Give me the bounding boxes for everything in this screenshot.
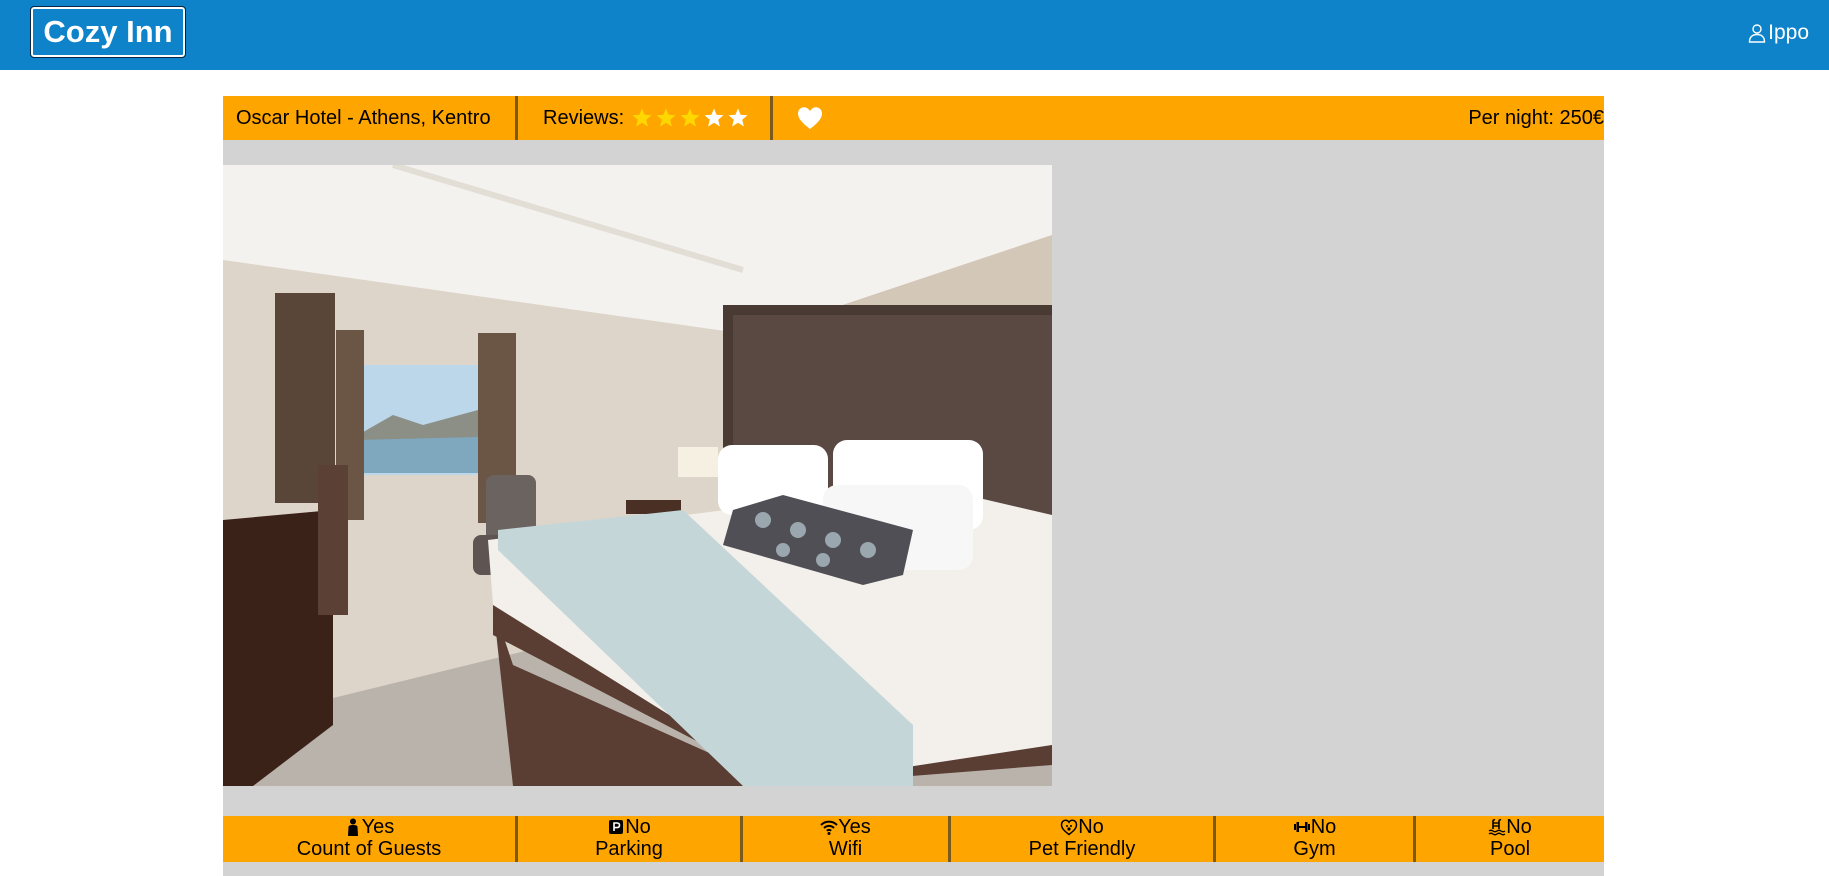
user-menu[interactable]: Ippo bbox=[1747, 19, 1809, 47]
amenity-value: No bbox=[625, 816, 651, 838]
reviews: Reviews: bbox=[543, 96, 750, 140]
wifi-icon bbox=[820, 820, 838, 835]
amenity-wifi: Yes Wifi bbox=[743, 816, 948, 862]
username: Ippo bbox=[1768, 21, 1809, 44]
star-filled-icon bbox=[632, 108, 652, 127]
pet-heart-icon bbox=[1060, 819, 1078, 836]
rating-stars bbox=[630, 106, 750, 130]
favorite-button[interactable] bbox=[796, 96, 824, 140]
star-empty-icon bbox=[728, 108, 748, 127]
hotel-info-bar: Oscar Hotel - Athens, Kentro Reviews: Pe… bbox=[223, 96, 1604, 140]
amenity-value: Yes bbox=[361, 816, 395, 838]
price-per-night: Per night: 250€ bbox=[1468, 106, 1604, 129]
hotel-room-photo bbox=[223, 165, 1052, 786]
amenity-parking: No Parking bbox=[518, 816, 740, 862]
amenity-label: Parking bbox=[595, 838, 663, 860]
amenity-value: Yes bbox=[838, 816, 871, 838]
amenity-label: Count of Guests bbox=[296, 838, 442, 860]
amenity-value: No bbox=[1310, 816, 1337, 838]
brand-logo[interactable]: Cozy Inn bbox=[30, 6, 186, 58]
amenities-bar: Yes Count of Guests No Parking Yes Wifi … bbox=[223, 816, 1604, 862]
user-icon bbox=[1748, 24, 1766, 43]
reviews-label: Reviews: bbox=[543, 106, 625, 129]
hotel-card: Oscar Hotel - Athens, Kentro Reviews: Pe… bbox=[223, 96, 1604, 876]
amenity-gym: No Gym bbox=[1216, 816, 1413, 862]
divider bbox=[515, 96, 518, 140]
heart-icon bbox=[798, 107, 822, 129]
amenity-label: Gym bbox=[1293, 838, 1336, 860]
hotel-name[interactable]: Oscar Hotel - Athens, Kentro bbox=[236, 96, 491, 140]
star-filled-icon bbox=[680, 108, 700, 127]
star-filled-icon bbox=[656, 108, 676, 127]
star-empty-icon bbox=[704, 108, 724, 127]
amenity-label: Pet Friendly bbox=[1028, 838, 1136, 860]
amenity-pet-friendly: No Pet Friendly bbox=[951, 816, 1213, 862]
pool-icon bbox=[1488, 819, 1506, 836]
amenity-guests: Yes Count of Guests bbox=[223, 816, 515, 862]
top-navbar: Cozy Inn Ippo bbox=[0, 0, 1829, 70]
person-icon bbox=[347, 818, 358, 836]
divider bbox=[770, 96, 773, 140]
amenity-value: No bbox=[1506, 816, 1532, 838]
amenity-label: Wifi bbox=[828, 838, 863, 860]
amenity-value: No bbox=[1078, 816, 1104, 838]
amenity-pool: No Pool bbox=[1416, 816, 1604, 862]
parking-icon bbox=[609, 820, 624, 834]
amenity-label: Pool bbox=[1489, 838, 1531, 860]
dumbbell-icon bbox=[1293, 822, 1310, 832]
